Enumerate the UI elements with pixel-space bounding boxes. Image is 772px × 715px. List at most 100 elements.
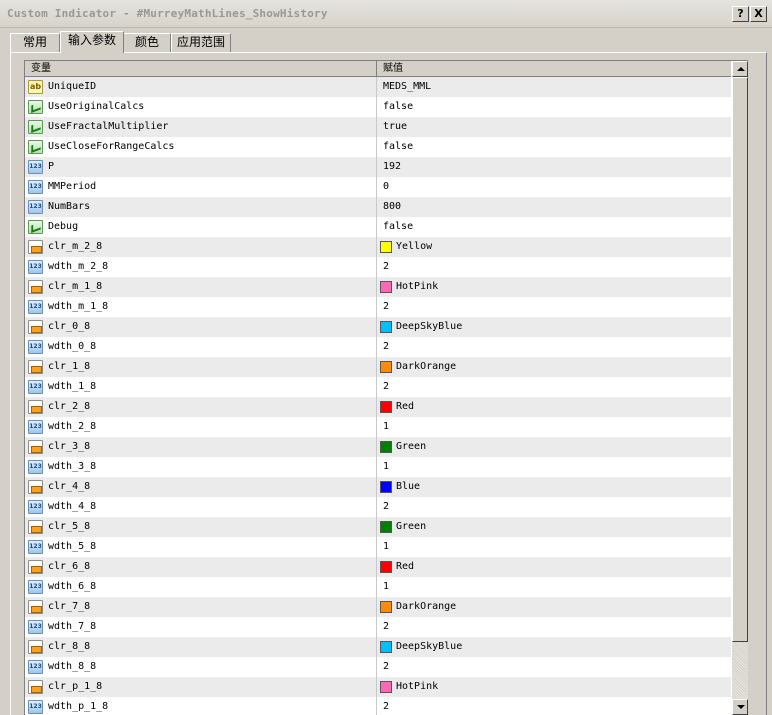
- parameter-name: clr_8_8: [48, 641, 91, 652]
- close-button[interactable]: X: [750, 6, 767, 22]
- parameter-row[interactable]: clr_0_8 DeepSkyBlue: [25, 317, 731, 337]
- parameter-row[interactable]: clr_m_2_8 Yellow: [25, 237, 731, 257]
- parameter-value[interactable]: 2: [383, 617, 389, 637]
- parameter-row[interactable]: wdth_4_8 2: [25, 497, 731, 517]
- parameter-name: wdth_8_8: [48, 661, 97, 672]
- parameter-value[interactable]: false: [383, 217, 413, 237]
- parameter-value[interactable]: DarkOrange: [396, 357, 456, 377]
- parameter-row[interactable]: wdth_3_8 1: [25, 457, 731, 477]
- parameter-name-cell: clr_m_2_8: [25, 237, 377, 257]
- parameter-value[interactable]: Yellow: [396, 237, 432, 257]
- color-swatch: [380, 441, 392, 453]
- parameter-value[interactable]: false: [383, 137, 413, 157]
- tab-apply-range[interactable]: 应用范围: [171, 33, 231, 52]
- parameter-value[interactable]: 1: [383, 457, 389, 477]
- parameter-name-cell: wdth_3_8: [25, 457, 377, 477]
- parameter-value[interactable]: 192: [383, 157, 401, 177]
- parameter-row[interactable]: wdth_m_1_8 2: [25, 297, 731, 317]
- scroll-thumb[interactable]: [732, 77, 748, 642]
- integer-icon: [28, 340, 43, 354]
- parameter-name: clr_2_8: [48, 401, 91, 412]
- parameter-value[interactable]: HotPink: [396, 677, 438, 697]
- parameter-value[interactable]: 2: [383, 377, 389, 397]
- parameter-row[interactable]: clr_p_1_8 HotPink: [25, 677, 731, 697]
- parameter-name-cell: P: [25, 157, 377, 177]
- parameter-value[interactable]: 1: [383, 417, 389, 437]
- parameter-row[interactable]: wdth_7_8 2: [25, 617, 731, 637]
- help-button[interactable]: ?: [732, 6, 749, 22]
- parameter-row[interactable]: clr_1_8 DarkOrange: [25, 357, 731, 377]
- parameter-value[interactable]: 1: [383, 537, 389, 557]
- title-bar: Custom Indicator - #MurreyMathLines_Show…: [0, 0, 772, 28]
- integer-icon: [28, 200, 43, 214]
- parameter-row[interactable]: wdth_p_1_8 2: [25, 697, 731, 715]
- parameter-row[interactable]: clr_8_8 DeepSkyBlue: [25, 637, 731, 657]
- tab-input-parameters[interactable]: 输入参数: [60, 31, 124, 53]
- parameter-row[interactable]: clr_2_8 Red: [25, 397, 731, 417]
- parameter-name: wdth_2_8: [48, 421, 97, 432]
- parameter-value[interactable]: 2: [383, 297, 389, 317]
- parameter-value[interactable]: Green: [396, 437, 426, 457]
- parameter-row[interactable]: clr_6_8 Red: [25, 557, 731, 577]
- parameter-value[interactable]: true: [383, 117, 407, 137]
- parameter-name-cell: UseFractalMultiplier: [25, 117, 377, 137]
- parameter-value[interactable]: Red: [396, 397, 414, 417]
- parameter-value[interactable]: 0: [383, 177, 389, 197]
- parameter-value[interactable]: 2: [383, 497, 389, 517]
- parameter-row[interactable]: wdth_m_2_8 2: [25, 257, 731, 277]
- parameter-row[interactable]: UniqueID MEDS_MML: [25, 77, 731, 97]
- parameter-value[interactable]: MEDS_MML: [383, 77, 431, 97]
- scroll-down-button[interactable]: [732, 699, 748, 715]
- parameter-row[interactable]: P 192: [25, 157, 731, 177]
- parameter-row[interactable]: wdth_1_8 2: [25, 377, 731, 397]
- parameter-value[interactable]: false: [383, 97, 413, 117]
- parameter-value[interactable]: 2: [383, 697, 389, 715]
- parameter-name: wdth_5_8: [48, 541, 97, 552]
- parameter-row[interactable]: UseCloseForRangeCalcs false: [25, 137, 731, 157]
- parameter-row[interactable]: clr_7_8 DarkOrange: [25, 597, 731, 617]
- parameter-name-cell: wdth_6_8: [25, 577, 377, 597]
- string-icon: [28, 80, 43, 94]
- parameter-value[interactable]: 800: [383, 197, 401, 217]
- parameter-value[interactable]: 1: [383, 577, 389, 597]
- parameter-name: clr_1_8: [48, 361, 91, 372]
- parameter-row[interactable]: wdth_5_8 1: [25, 537, 731, 557]
- parameter-value[interactable]: DarkOrange: [396, 597, 456, 617]
- parameter-value[interactable]: 2: [383, 257, 389, 277]
- parameter-row[interactable]: wdth_6_8 1: [25, 577, 731, 597]
- parameter-row[interactable]: wdth_2_8 1: [25, 417, 731, 437]
- parameter-value[interactable]: DeepSkyBlue: [396, 637, 462, 657]
- parameter-value[interactable]: Red: [396, 557, 414, 577]
- color-swatch: [380, 641, 392, 653]
- integer-icon: [28, 380, 43, 394]
- color-icon: [28, 480, 43, 494]
- parameter-row[interactable]: clr_4_8 Blue: [25, 477, 731, 497]
- grid-header: 变量 赋值: [25, 61, 731, 77]
- parameter-name-cell: clr_p_1_8: [25, 677, 377, 697]
- column-header-value[interactable]: 赋值: [377, 61, 731, 76]
- parameter-row[interactable]: Debug false: [25, 217, 731, 237]
- parameter-row[interactable]: wdth_8_8 2: [25, 657, 731, 677]
- parameter-row[interactable]: MMPeriod 0: [25, 177, 731, 197]
- parameter-value[interactable]: Green: [396, 517, 426, 537]
- parameter-row[interactable]: clr_5_8 Green: [25, 517, 731, 537]
- parameter-value[interactable]: 2: [383, 337, 389, 357]
- tab-common[interactable]: 常用: [10, 33, 60, 52]
- vertical-scrollbar[interactable]: [732, 61, 748, 715]
- parameter-value[interactable]: DeepSkyBlue: [396, 317, 462, 337]
- column-header-variable[interactable]: 变量: [25, 61, 377, 76]
- parameter-row[interactable]: UseFractalMultiplier true: [25, 117, 731, 137]
- parameter-value[interactable]: Blue: [396, 477, 420, 497]
- parameter-row[interactable]: clr_3_8 Green: [25, 437, 731, 457]
- parameter-value[interactable]: 2: [383, 657, 389, 677]
- parameter-row[interactable]: UseOriginalCalcs false: [25, 97, 731, 117]
- tab-colors[interactable]: 颜色: [123, 33, 171, 52]
- scroll-up-button[interactable]: [732, 61, 748, 77]
- parameter-name-cell: UniqueID: [25, 77, 377, 97]
- parameter-row[interactable]: NumBars 800: [25, 197, 731, 217]
- parameter-value[interactable]: HotPink: [396, 277, 438, 297]
- parameter-name: Debug: [48, 221, 79, 232]
- parameter-row[interactable]: wdth_0_8 2: [25, 337, 731, 357]
- parameter-name-cell: clr_7_8: [25, 597, 377, 617]
- parameter-row[interactable]: clr_m_1_8 HotPink: [25, 277, 731, 297]
